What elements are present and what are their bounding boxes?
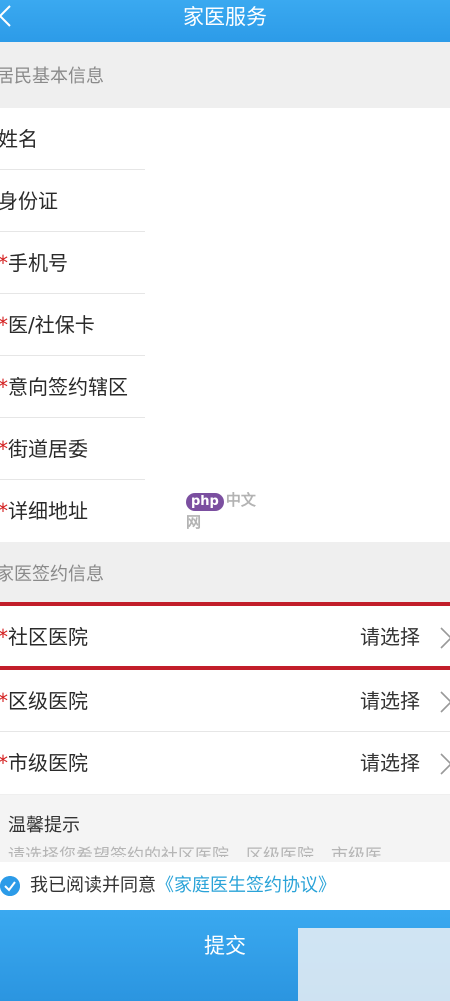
field-district[interactable]: *意向签约辖区 — [0, 356, 450, 418]
field-label: 区级医院 — [8, 689, 88, 713]
watermark-logo: php 中文网 — [186, 491, 256, 531]
tips-body: 请选择您希望签约的社区医院、区级医院、市级医 — [8, 846, 382, 857]
select-value: 请选择 — [360, 751, 420, 775]
tips-panel: 温馨提示 请选择您希望签约的社区医院、区级医院、市级医 — [0, 795, 450, 863]
app-header: 家医服务 — [0, 0, 450, 42]
select-value: 请选择 — [360, 689, 420, 713]
field-phone[interactable]: *手机号 — [0, 232, 450, 294]
field-label: 街道居委 — [8, 437, 88, 461]
field-id-card[interactable]: 身份证 — [0, 170, 450, 232]
section-sign-info: 家医签约信息 — [0, 564, 104, 585]
section-basic-info: 居民基本信息 — [0, 66, 104, 87]
submit-label: 提交 — [204, 934, 246, 958]
field-label: 身份证 — [0, 189, 58, 213]
agreement-row[interactable]: 我已阅读并同意《家庭医生签约协议》 — [0, 862, 450, 910]
agreement-link[interactable]: 《家庭医生签约协议》 — [156, 875, 336, 896]
field-name[interactable]: 姓名 — [0, 108, 450, 170]
check-circle-icon[interactable] — [0, 876, 20, 896]
field-label: 医/社保卡 — [8, 313, 95, 337]
chevron-right-icon — [440, 691, 450, 713]
select-district-hospital[interactable]: *区级医院 请选择 — [0, 670, 450, 732]
field-street-committee[interactable]: *街道居委 — [0, 418, 450, 480]
field-label: 详细地址 — [8, 499, 88, 523]
page-title: 家医服务 — [183, 5, 267, 29]
blurred-watermark — [298, 928, 450, 1001]
chevron-right-icon — [440, 753, 450, 775]
field-label: 手机号 — [8, 251, 68, 275]
back-icon[interactable] — [0, 4, 14, 28]
field-label: 社区医院 — [8, 625, 88, 649]
field-label: 市级医院 — [8, 751, 88, 775]
select-community-hospital[interactable]: *社区医院 请选择 — [0, 606, 450, 668]
select-value: 请选择 — [360, 625, 420, 649]
agreement-text: 我已阅读并同意 — [30, 875, 156, 896]
field-label: 姓名 — [0, 127, 38, 151]
field-label: 意向签约辖区 — [8, 375, 128, 399]
highlight-bar-top — [0, 602, 450, 606]
select-city-hospital[interactable]: *市级医院 请选择 — [0, 732, 450, 794]
field-insurance-card[interactable]: *医/社保卡 — [0, 294, 450, 356]
chevron-right-icon — [440, 627, 450, 649]
tips-title: 温馨提示 — [8, 815, 80, 836]
